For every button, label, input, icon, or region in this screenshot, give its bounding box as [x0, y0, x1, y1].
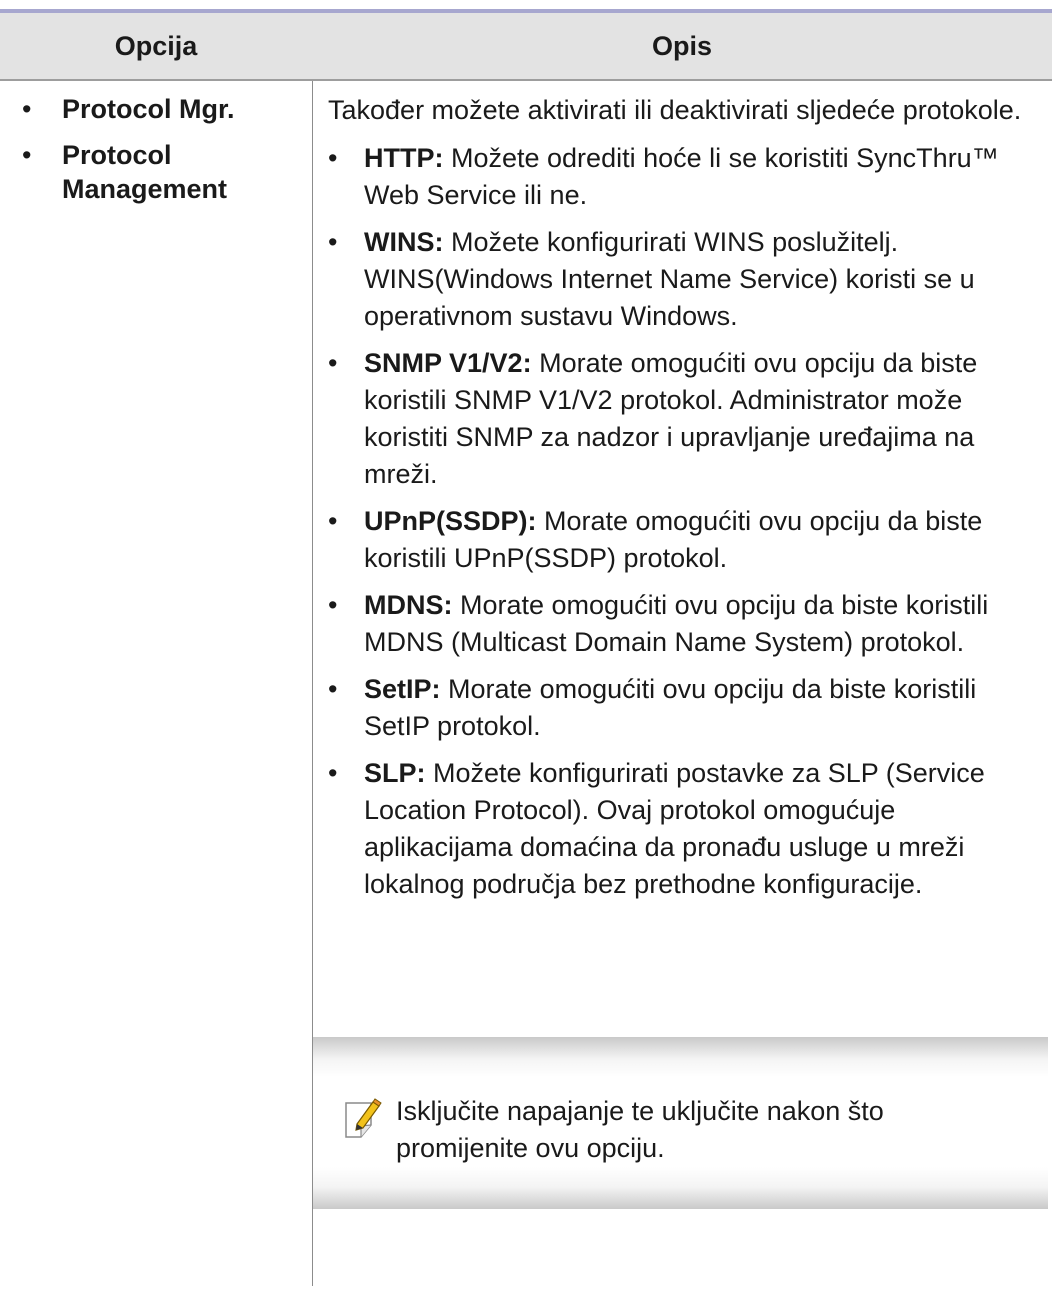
protocol-item-setip: • SetIP: Morate omogućiti ovu opciju da b…: [328, 671, 1048, 745]
table-header: Opcija Opis: [0, 13, 1052, 81]
protocol-item-snmp: • SNMP V1/V2: Morate omogućiti ovu opciju…: [328, 345, 1048, 493]
protocol-item-wins: • WINS: Možete konfigurirati WINS posluži…: [328, 224, 1048, 335]
option-item: • Protocol Management: [22, 138, 304, 206]
option-label: Protocol Management: [62, 140, 228, 204]
protocol-text: Možete konfigurirati postavke za SLP (Se…: [364, 758, 985, 899]
protocol-item-http: • HTTP: Možete odrediti hoće li se korist…: [328, 140, 1048, 214]
protocol-item-mdns: • MDNS: Morate omogućiti ovu opciju da bi…: [328, 587, 1048, 661]
header-description: Opis: [651, 31, 712, 61]
protocol-term: UPnP(SSDP):: [364, 506, 537, 536]
protocol-item-slp: • SLP: Možete konfigurirati postavke za S…: [328, 755, 1048, 903]
bullet: •: [22, 94, 32, 124]
note-pencil-icon: [345, 1098, 382, 1138]
protocol-list: • HTTP: Možete odrediti hoće li se korist…: [328, 140, 1048, 903]
protocol-text: Možete konfigurirati WINS poslužitelj. W…: [364, 227, 975, 331]
protocol-text: Morate omogućiti ovu opciju da biste kor…: [364, 674, 977, 741]
bullet: •: [328, 506, 338, 536]
bullet: •: [328, 348, 338, 378]
protocol-term: MDNS:: [364, 590, 453, 620]
protocol-text: Možete odrediti hoće li se koristiti Syn…: [364, 143, 999, 210]
document-page: Opcija Opis • Protocol Mgr. • Protocol M…: [0, 0, 1052, 1292]
header-option: Opcija: [114, 31, 198, 61]
description-cell: Također možete aktivirati ili deaktivira…: [328, 92, 1048, 913]
note-text: Isključite napajanje te uključite nakon …: [396, 1096, 884, 1163]
description-intro: Također možete aktivirati ili deaktivira…: [328, 95, 1022, 125]
option-list: • Protocol Mgr. • Protocol Management: [22, 92, 304, 218]
protocol-text: Morate omogućiti ovu opciju da biste kor…: [364, 590, 989, 657]
protocol-term: SLP:: [364, 758, 426, 788]
option-item: • Protocol Mgr.: [22, 92, 304, 126]
bullet: •: [328, 590, 338, 620]
bullet: •: [328, 758, 338, 788]
protocol-term: SetIP:: [364, 674, 441, 704]
bullet: •: [328, 227, 338, 257]
note-box: Isključite napajanje te uključite nakon …: [313, 1037, 1048, 1209]
protocol-term: WINS:: [364, 227, 444, 257]
protocol-item-upnp: • UPnP(SSDP): Morate omogućiti ovu opciju…: [328, 503, 1048, 577]
bullet: •: [328, 143, 338, 173]
protocol-term: SNMP V1/V2:: [364, 348, 532, 378]
bullet: •: [22, 140, 32, 170]
protocol-term: HTTP:: [364, 143, 444, 173]
bullet: •: [328, 674, 338, 704]
option-label: Protocol Mgr.: [62, 94, 235, 124]
